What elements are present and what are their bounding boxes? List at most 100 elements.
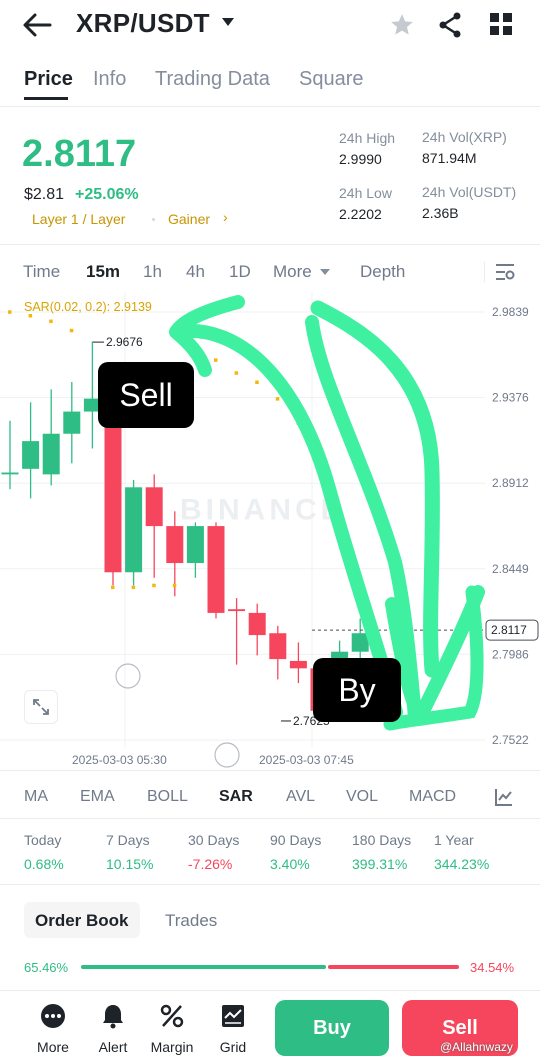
perf-value: 3.40% xyxy=(270,856,310,872)
sar-dot xyxy=(69,328,74,333)
indicator-boll[interactable]: BOLL xyxy=(147,788,188,806)
buy-ratio-bar xyxy=(81,965,327,969)
indicator-avl[interactable]: AVL xyxy=(286,788,315,806)
vol-usdt-label: 24h Vol(USDT) xyxy=(422,184,517,200)
pair-dropdown-caret-icon[interactable] xyxy=(222,18,234,26)
gainer-tag[interactable]: Gainer xyxy=(168,211,210,227)
tf-depth[interactable]: Depth xyxy=(360,262,405,282)
perf-label: 30 Days xyxy=(188,832,240,848)
buy-button[interactable]: Buy xyxy=(275,1000,389,1056)
expand-icon xyxy=(33,699,49,715)
y-tick-label: 2.7522 xyxy=(492,733,529,747)
indicator-sar[interactable]: SAR xyxy=(219,788,253,806)
sar-indicator-label: SAR(0.02, 0.2): 2.9139 xyxy=(24,300,152,314)
candle-body xyxy=(248,612,266,636)
tf-1d[interactable]: 1D xyxy=(229,262,251,282)
perf-label: 7 Days xyxy=(106,832,150,848)
tab-price[interactable]: Price xyxy=(24,68,73,91)
last-price: 2.8117 xyxy=(22,133,137,175)
tab-trades[interactable]: Trades xyxy=(165,911,217,931)
sell-ratio: 34.54% xyxy=(470,960,515,975)
y-tick-label: 2.8449 xyxy=(492,562,529,576)
buy-annotation-text: By xyxy=(313,658,401,722)
candle-body xyxy=(351,633,369,652)
tf-time[interactable]: Time xyxy=(23,262,60,282)
candle-body xyxy=(228,609,246,612)
x-axis-label: 2025-03-03 05:30 xyxy=(72,753,167,767)
tab-order-book-label[interactable]: Order Book xyxy=(35,911,129,931)
fullscreen-button[interactable] xyxy=(24,690,58,724)
more-icon xyxy=(41,1004,65,1028)
sell-annotation: Sell xyxy=(98,362,194,428)
sar-dot xyxy=(8,310,12,314)
buy-ratio: 65.46% xyxy=(24,960,69,975)
divider xyxy=(0,770,540,771)
more-label: More xyxy=(37,1039,69,1055)
tab-square[interactable]: Square xyxy=(299,68,364,91)
indicator-ma[interactable]: MA xyxy=(24,788,48,806)
margin-button[interactable]: Margin xyxy=(148,1002,196,1055)
sar-dot xyxy=(275,397,280,401)
user-watermark: @Allahnwazy xyxy=(440,1040,513,1054)
tf-4h[interactable]: 4h xyxy=(186,262,205,282)
y-tick-label: 2.7986 xyxy=(492,647,529,661)
divider xyxy=(0,990,540,991)
bell-icon xyxy=(103,1005,123,1029)
candle-body xyxy=(42,433,60,475)
crosshair-circle xyxy=(115,663,141,689)
sell-ratio-bar xyxy=(328,965,459,969)
price-chart[interactable]: BINANCE 2.9839 2.9376 2.8912 2.8449 2.7986 2.7… xyxy=(0,292,540,770)
tab-info[interactable]: Info xyxy=(93,68,126,91)
high-value: 2.9990 xyxy=(339,151,382,167)
perf-value: -7.26% xyxy=(188,856,233,872)
candle-body xyxy=(207,526,225,613)
candle-body xyxy=(22,441,40,469)
y-tick-label: 2.8912 xyxy=(492,476,529,490)
candle-body xyxy=(1,472,19,475)
tf-15m[interactable]: 15m xyxy=(86,262,120,282)
indicator-settings-icon[interactable] xyxy=(494,787,514,807)
y-tick-label: 2.9839 xyxy=(492,305,529,319)
y-tick-label: 2.9376 xyxy=(492,391,529,405)
candle-body xyxy=(63,411,81,434)
more-button[interactable]: More xyxy=(36,1002,70,1055)
divider xyxy=(0,818,540,819)
divider xyxy=(0,244,540,245)
tab-trading-data[interactable]: Trading Data xyxy=(155,68,270,91)
price-change: +25.06% xyxy=(75,186,139,203)
margin-label: Margin xyxy=(150,1039,194,1055)
grid-button[interactable]: Grid xyxy=(216,1002,250,1055)
chart-settings-icon[interactable] xyxy=(495,263,515,281)
low-label: 24h Low xyxy=(339,185,392,201)
binance-watermark: BINANCE xyxy=(180,493,345,526)
alert-button[interactable]: Alert xyxy=(96,1002,130,1055)
indicator-ema[interactable]: EMA xyxy=(80,788,115,806)
category-tag[interactable]: Layer 1 / Layer xyxy=(32,211,125,227)
vol-usdt-value: 2.36B xyxy=(422,205,459,221)
perf-value: 10.15% xyxy=(106,856,154,872)
sar-dot xyxy=(255,380,259,385)
pair-title[interactable]: XRP/USDT xyxy=(76,8,210,39)
tf-more[interactable]: More xyxy=(273,262,312,282)
share-icon[interactable] xyxy=(438,12,462,38)
back-arrow-icon[interactable] xyxy=(22,12,52,38)
vol-xrp-value: 871.94M xyxy=(422,150,477,166)
indicator-macd[interactable]: MACD xyxy=(409,788,456,806)
grid-bot-icon xyxy=(222,1005,244,1027)
high-marker-label: 2.9676 xyxy=(106,335,143,349)
usd-price: $2.81 xyxy=(24,186,65,203)
sar-dot xyxy=(111,585,115,590)
candle-body xyxy=(166,526,184,564)
percent-icon xyxy=(160,1004,184,1028)
tf-1h[interactable]: 1h xyxy=(143,262,162,282)
candle-body xyxy=(289,660,307,669)
candle-body xyxy=(125,487,143,573)
star-icon[interactable] xyxy=(389,12,415,38)
perf-value: 344.23% xyxy=(434,856,490,872)
sar-dot xyxy=(131,585,136,590)
indicator-vol[interactable]: VOL xyxy=(346,788,378,806)
alert-label: Alert xyxy=(98,1039,128,1055)
layout-grid-icon[interactable] xyxy=(490,13,512,35)
divider xyxy=(0,884,540,885)
perf-label: 90 Days xyxy=(270,832,322,848)
